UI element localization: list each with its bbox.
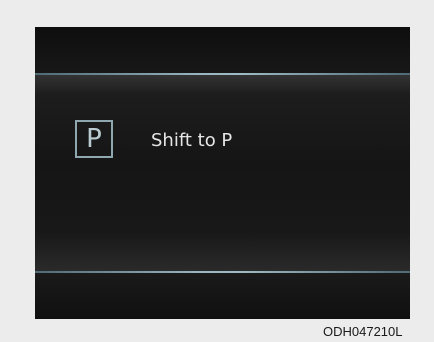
bottom-band — [35, 273, 410, 319]
page: P Shift to P ODH047210L — [0, 0, 434, 342]
top-band — [35, 27, 410, 75]
park-gear-icon: P — [75, 120, 113, 158]
figure-code: ODH047210L — [323, 324, 403, 339]
cluster-display — [35, 27, 410, 319]
shift-message: Shift to P — [151, 130, 233, 151]
message-panel — [35, 75, 410, 271]
